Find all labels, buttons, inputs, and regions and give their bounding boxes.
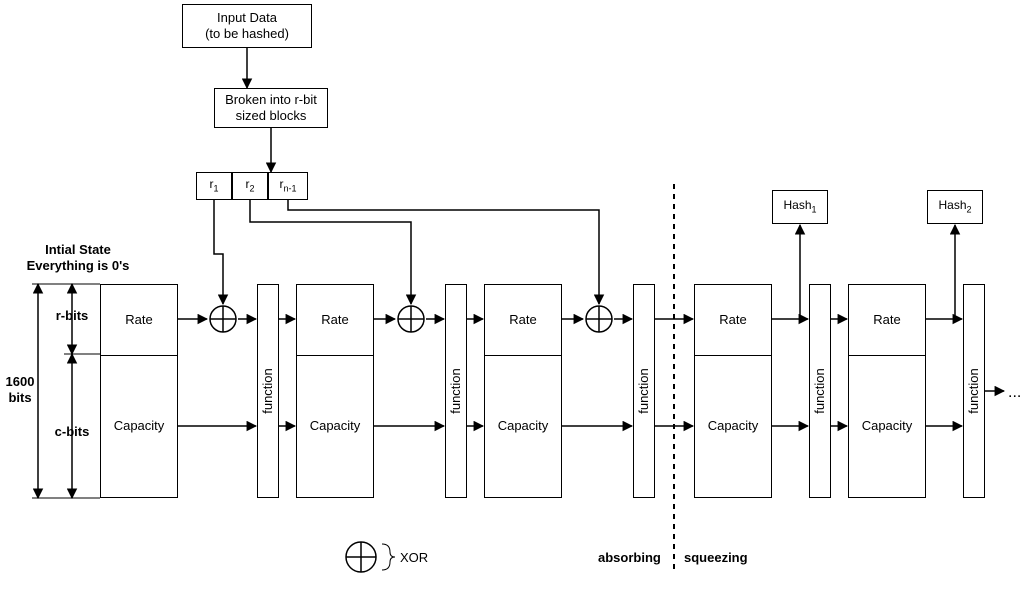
xor-legend-text: XOR [400,550,428,566]
squeezing-label: squeezing [684,550,748,566]
input-data-box: Input Data (to be hashed) [182,4,312,48]
hash2-sub: 2 [967,205,972,215]
function-block-5: function [963,284,985,498]
function-block-4: function [809,284,831,498]
rate-label-4: Rate [719,312,746,328]
xor-2 [396,304,426,334]
capacity-label-4: Capacity [708,418,759,434]
capacity-cell-2: Capacity [297,355,373,497]
state-block-2: Rate Capacity [296,284,374,498]
rate-cell-1: Rate [101,285,177,356]
hash1-text: Hash [783,198,811,212]
function-label-5: function [966,368,982,414]
input-title-line2: (to be hashed) [205,26,289,41]
absorbing-label: absorbing [598,550,661,566]
input-title-line1: Input Data [217,10,277,25]
rn-sub: n-1 [283,184,296,194]
function-label-2: function [448,368,464,414]
rate-cell-4: Rate [695,285,771,356]
initial-state-line1: Intial State [45,242,111,257]
hash1-sub: 1 [812,205,817,215]
r2-sub: 2 [249,184,254,194]
broken-line1: Broken into r-bit [225,92,317,107]
function-label-4: function [812,368,828,414]
capacity-cell-5: Capacity [849,355,925,497]
xor-1 [208,304,238,334]
function-block-3: function [633,284,655,498]
r-bits-label: r-bits [52,308,92,324]
capacity-cell-4: Capacity [695,355,771,497]
broken-line2: sized blocks [236,108,307,123]
rate-label-2: Rate [321,312,348,328]
rate-cell-2: Rate [297,285,373,356]
state-block-4: Rate Capacity [694,284,772,498]
r1-block: r1 [196,172,232,200]
capacity-label-5: Capacity [862,418,913,434]
hash1-box: Hash1 [772,190,828,224]
hash2-box: Hash2 [927,190,983,224]
rate-cell-5: Rate [849,285,925,356]
rate-label-3: Rate [509,312,536,328]
capacity-label-2: Capacity [310,418,361,434]
broken-blocks-box: Broken into r-bit sized blocks [214,88,328,128]
state-block-3: Rate Capacity [484,284,562,498]
capacity-label-1: Capacity [114,418,165,434]
capacity-label-3: Capacity [498,418,549,434]
whole-bits-label: 1600 bits [0,374,40,407]
initial-state-label: Intial State Everything is 0's [18,242,138,275]
rn-block: rn-1 [268,172,308,200]
function-label-3: function [636,368,652,414]
trailing-ellipsis: ... [1008,384,1021,402]
rate-cell-3: Rate [485,285,561,356]
c-bits-label: c-bits [52,424,92,440]
xor-3 [584,304,614,334]
state-block-1: Rate Capacity [100,284,178,498]
capacity-cell-3: Capacity [485,355,561,497]
initial-state-line2: Everything is 0's [27,258,130,273]
rate-label-1: Rate [125,312,152,328]
capacity-cell-1: Capacity [101,355,177,497]
function-label-1: function [260,368,276,414]
state-block-5: Rate Capacity [848,284,926,498]
r1-sub: 1 [213,184,218,194]
rate-label-5: Rate [873,312,900,328]
function-block-1: function [257,284,279,498]
xor-legend-icon [344,540,378,574]
r2-block: r2 [232,172,268,200]
hash2-text: Hash [938,198,966,212]
function-block-2: function [445,284,467,498]
